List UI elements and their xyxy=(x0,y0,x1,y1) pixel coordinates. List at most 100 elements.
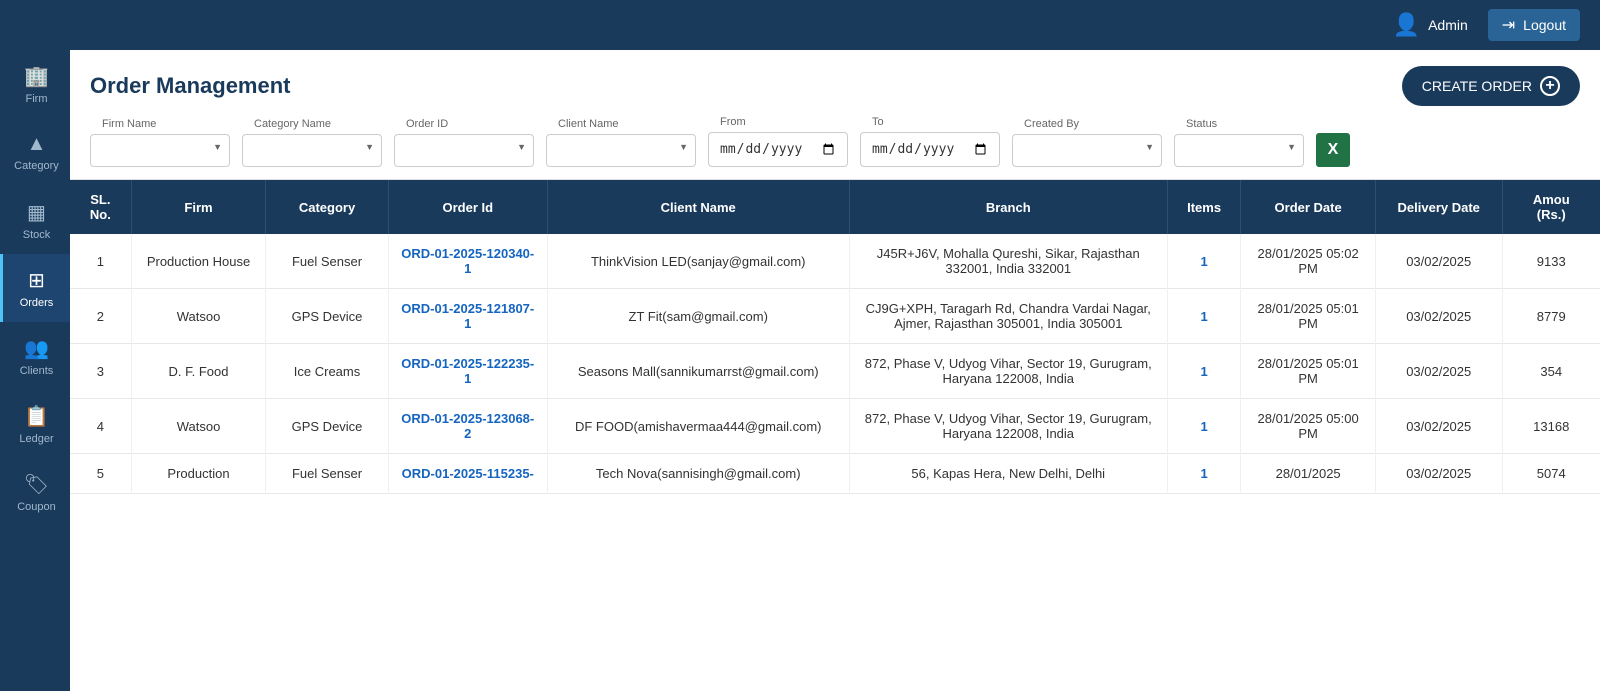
cell-sl: 3 xyxy=(70,344,131,399)
cell-amount: 8779 xyxy=(1502,289,1600,344)
clients-icon: 👥 xyxy=(24,336,49,361)
firm-name-select[interactable] xyxy=(90,134,230,167)
col-header-branch: Branch xyxy=(849,180,1167,234)
col-header-sl: SL.No. xyxy=(70,180,131,234)
cell-items[interactable]: 1 xyxy=(1167,289,1240,344)
stock-icon: ▦ xyxy=(27,200,46,225)
cell-category: Ice Creams xyxy=(266,344,388,399)
sidebar-firm-label: Firm xyxy=(26,93,48,105)
status-filter: Status xyxy=(1174,126,1304,167)
cell-sl: 1 xyxy=(70,234,131,289)
sidebar-orders-label: Orders xyxy=(20,297,54,309)
cell-items[interactable]: 1 xyxy=(1167,234,1240,289)
cell-branch: 872, Phase V, Udyog Vihar, Sector 19, Gu… xyxy=(849,399,1167,454)
cell-items[interactable]: 1 xyxy=(1167,454,1240,494)
from-date-input[interactable] xyxy=(708,132,848,167)
client-name-select[interactable] xyxy=(546,134,696,167)
topbar-right: 👤 Admin ⇥ Logout xyxy=(1393,9,1580,41)
category-name-select[interactable] xyxy=(242,134,382,167)
sidebar-stock-label: Stock xyxy=(23,229,51,241)
sidebar-item-firm[interactable]: 🏢 Firm xyxy=(0,50,70,118)
cell-sl: 4 xyxy=(70,399,131,454)
cell-orderid[interactable]: ORD-01-2025-121807-1 xyxy=(388,289,547,344)
orders-icon: ⊞ xyxy=(28,268,45,293)
created-by-filter: Created By xyxy=(1012,126,1162,167)
admin-label: Admin xyxy=(1428,17,1468,33)
cell-items[interactable]: 1 xyxy=(1167,344,1240,399)
order-id-label: Order ID xyxy=(404,118,450,130)
cell-orderdate: 28/01/2025 05:02 PM xyxy=(1241,234,1376,289)
add-icon: + xyxy=(1540,76,1560,96)
cell-orderid[interactable]: ORD-01-2025-122235-1 xyxy=(388,344,547,399)
client-name-label: Client Name xyxy=(556,118,621,130)
client-name-filter: Client Name xyxy=(546,126,696,167)
cell-client: Tech Nova(sannisingh@gmail.com) xyxy=(547,454,849,494)
create-order-button[interactable]: CREATE ORDER + xyxy=(1402,66,1580,106)
sidebar-item-orders[interactable]: ⊞ Orders xyxy=(0,254,70,322)
order-id-select[interactable] xyxy=(394,134,534,167)
cell-items[interactable]: 1 xyxy=(1167,399,1240,454)
col-header-orderid: Order Id xyxy=(388,180,547,234)
table-row: 5 Production Fuel Senser ORD-01-2025-115… xyxy=(70,454,1600,494)
excel-icon: X xyxy=(1328,141,1339,159)
sidebar-clients-label: Clients xyxy=(20,365,54,377)
ledger-icon: 📋 xyxy=(24,404,49,429)
table-row: 2 Watsoo GPS Device ORD-01-2025-121807-1… xyxy=(70,289,1600,344)
sidebar-category-label: Category xyxy=(14,160,59,172)
col-header-firm: Firm xyxy=(131,180,266,234)
from-date-filter: From xyxy=(708,124,848,167)
sidebar-item-coupon[interactable]: 🏷 Coupon xyxy=(0,458,70,526)
table-row: 4 Watsoo GPS Device ORD-01-2025-123068-2… xyxy=(70,399,1600,454)
cell-category: Fuel Senser xyxy=(266,454,388,494)
category-name-label: Category Name xyxy=(252,118,333,130)
firm-name-label: Firm Name xyxy=(100,118,158,130)
sidebar-item-category[interactable]: ▲ Category xyxy=(0,118,70,186)
sidebar-item-stock[interactable]: ▦ Stock xyxy=(0,186,70,254)
sidebar-item-clients[interactable]: 👥 Clients xyxy=(0,322,70,390)
firm-name-filter: Firm Name xyxy=(90,126,230,167)
sidebar-ledger-label: Ledger xyxy=(19,433,53,445)
cell-sl: 2 xyxy=(70,289,131,344)
col-header-items: Items xyxy=(1167,180,1240,234)
cell-amount: 354 xyxy=(1502,344,1600,399)
cell-delivery: 03/02/2025 xyxy=(1375,454,1502,494)
cell-client: Seasons Mall(sannikumarrst@gmail.com) xyxy=(547,344,849,399)
user-info: 👤 Admin xyxy=(1393,12,1468,38)
cell-orderdate: 28/01/2025 05:00 PM xyxy=(1241,399,1376,454)
page-title: Order Management xyxy=(90,73,291,99)
cell-client: ThinkVision LED(sanjay@gmail.com) xyxy=(547,234,849,289)
category-icon: ▲ xyxy=(27,133,47,156)
logout-button[interactable]: ⇥ Logout xyxy=(1488,9,1580,41)
cell-orderid[interactable]: ORD-01-2025-120340-1 xyxy=(388,234,547,289)
to-date-input[interactable] xyxy=(860,132,1000,167)
col-header-client: Client Name xyxy=(547,180,849,234)
cell-orderid[interactable]: ORD-01-2025-123068-2 xyxy=(388,399,547,454)
cell-amount: 5074 xyxy=(1502,454,1600,494)
cell-orderdate: 28/01/2025 xyxy=(1241,454,1376,494)
table-row: 1 Production House Fuel Senser ORD-01-20… xyxy=(70,234,1600,289)
col-header-delivery: Delivery Date xyxy=(1375,180,1502,234)
cell-orderdate: 28/01/2025 05:01 PM xyxy=(1241,344,1376,399)
coupon-icon: 🏷 xyxy=(24,472,49,497)
table-header: SL.No. Firm Category Order Id Client Nam… xyxy=(70,180,1600,234)
create-order-label: CREATE ORDER xyxy=(1422,78,1532,94)
cell-branch: CJ9G+XPH, Taragarh Rd, Chandra Vardai Na… xyxy=(849,289,1167,344)
cell-delivery: 03/02/2025 xyxy=(1375,289,1502,344)
col-header-orderdate: Order Date xyxy=(1241,180,1376,234)
orders-table: SL.No. Firm Category Order Id Client Nam… xyxy=(70,180,1600,494)
status-select[interactable] xyxy=(1174,134,1304,167)
sidebar-coupon-label: Coupon xyxy=(17,501,56,513)
excel-export-button[interactable]: X xyxy=(1316,133,1350,167)
cell-firm: Watsoo xyxy=(131,289,266,344)
topbar: 👤 Admin ⇥ Logout xyxy=(0,0,1600,50)
cell-category: Fuel Senser xyxy=(266,234,388,289)
table-body: 1 Production House Fuel Senser ORD-01-20… xyxy=(70,234,1600,494)
cell-category: GPS Device xyxy=(266,289,388,344)
cell-delivery: 03/02/2025 xyxy=(1375,399,1502,454)
created-by-select[interactable] xyxy=(1012,134,1162,167)
sidebar-item-ledger[interactable]: 📋 Ledger xyxy=(0,390,70,458)
cell-orderid[interactable]: ORD-01-2025-115235- xyxy=(388,454,547,494)
user-icon: 👤 xyxy=(1393,12,1420,38)
logout-label: Logout xyxy=(1523,17,1566,33)
main-content: Order Management CREATE ORDER + Firm Nam… xyxy=(70,50,1600,691)
